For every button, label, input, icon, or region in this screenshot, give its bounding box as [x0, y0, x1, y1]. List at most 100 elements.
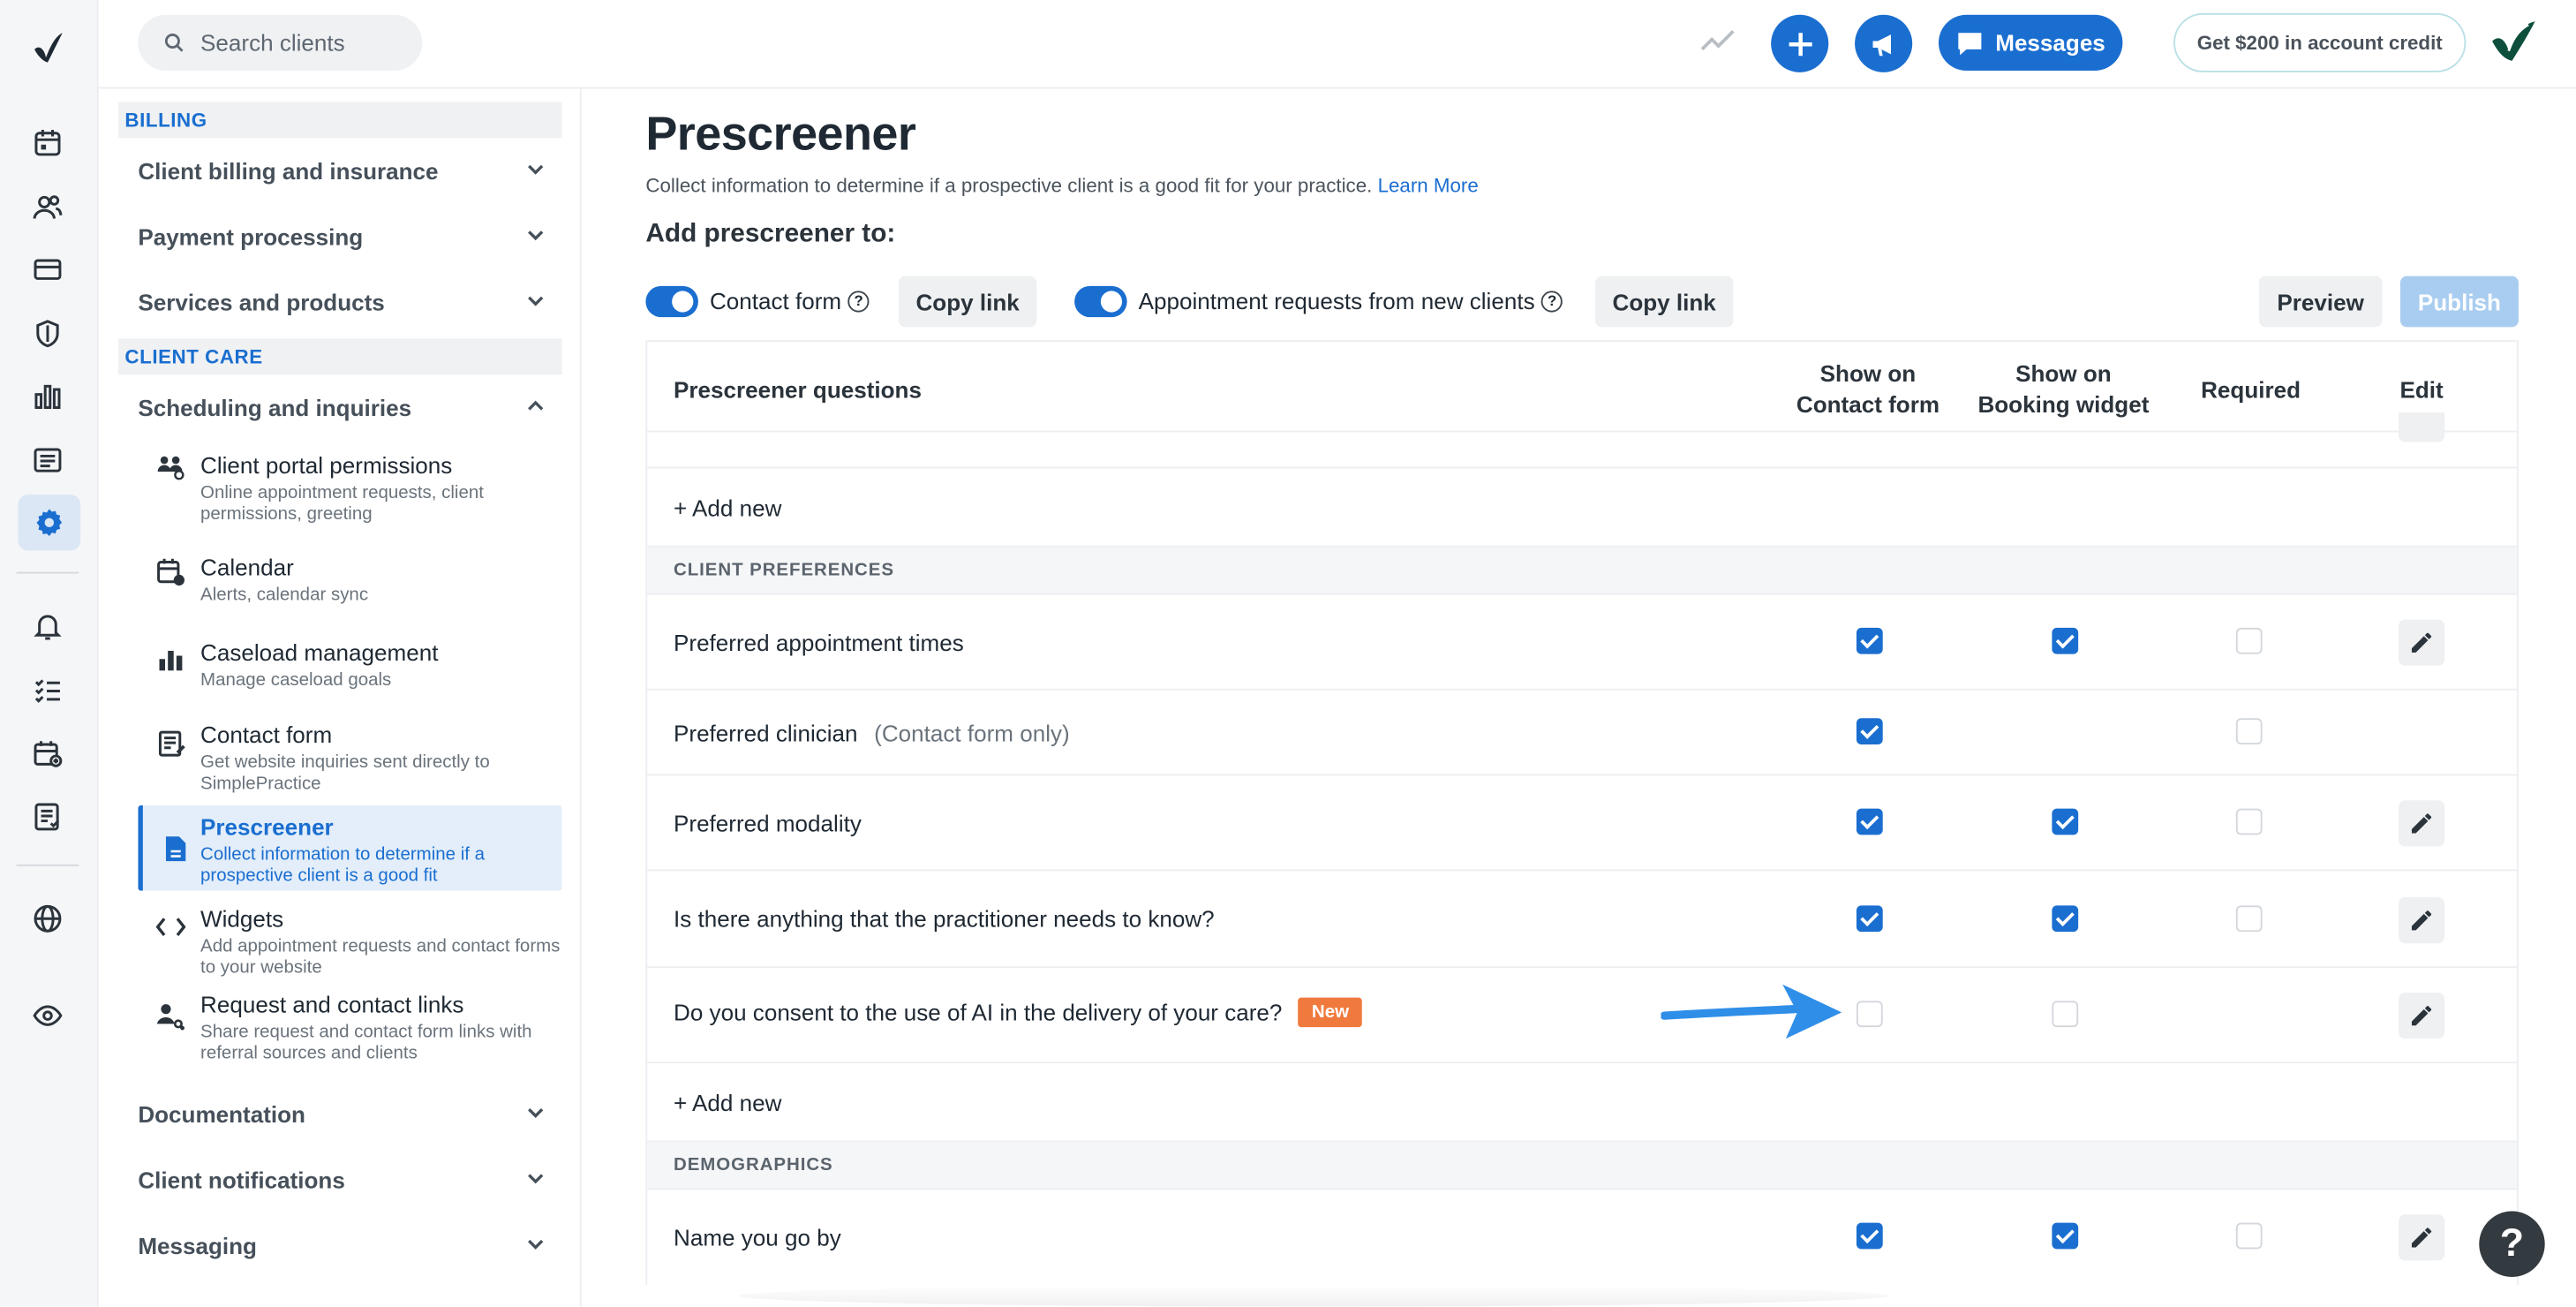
copy-link-button-2[interactable]: Copy link [1595, 276, 1734, 328]
messages-button[interactable]: Messages [1938, 14, 2123, 72]
table-row: Preferred appointment times [647, 595, 2518, 691]
preview-button[interactable]: Preview [2258, 276, 2383, 328]
edit-button[interactable] [2399, 897, 2445, 944]
nav-item-contact-form[interactable]: Contact form Get website inquiries sent … [118, 710, 561, 805]
table-row-partial [647, 412, 2518, 469]
edit-button[interactable] [2399, 800, 2445, 847]
help-circle-icon[interactable]: ? [847, 290, 870, 312]
show-booking-checkbox[interactable] [2052, 1222, 2079, 1250]
required-checkbox[interactable] [2235, 1222, 2263, 1250]
bar-chart-icon [154, 643, 187, 676]
contact-form-toggle[interactable] [645, 285, 698, 318]
required-checkbox[interactable] [2235, 718, 2263, 745]
help-button[interactable]: ? [2479, 1211, 2545, 1277]
add-button[interactable] [1771, 14, 1829, 72]
pencil-icon [2411, 632, 2432, 653]
edit-button[interactable] [2399, 619, 2445, 666]
show-contact-checkbox[interactable] [1856, 905, 1883, 933]
nav-item-client-portal[interactable]: Client portal permissions Online appoint… [118, 441, 561, 536]
messages-label: Messages [1995, 29, 2105, 57]
calendar-gear-icon [154, 555, 187, 588]
col-show-contact: Show on Contact form [1796, 359, 1940, 418]
show-contact-checkbox[interactable] [1856, 627, 1883, 654]
learn-more-link[interactable]: Learn More [1378, 174, 1479, 197]
chevron-down-icon [528, 296, 544, 306]
nav-item-calendar[interactable]: Calendar Alerts, calendar sync [118, 536, 561, 628]
search-clients-input[interactable]: Search clients [138, 14, 423, 72]
show-booking-checkbox[interactable] [2052, 627, 2079, 654]
tasks-icon[interactable] [28, 670, 68, 710]
help-circle-icon[interactable]: ? [1541, 290, 1563, 312]
nav-group-label: Services and products [138, 289, 385, 316]
nav-item-widgets[interactable]: Widgets Add appointment requests and con… [118, 891, 561, 983]
table-header: Prescreener questions Show on Contact for… [647, 340, 2518, 433]
nav-group-client-notifications[interactable]: Client notifications [118, 1147, 561, 1213]
calendar-add-icon[interactable] [28, 735, 68, 774]
nav-group-messaging[interactable]: Messaging [118, 1213, 561, 1278]
settings-gear-icon[interactable] [18, 495, 81, 551]
appointment-toggle-label: Appointment requests from new clients ? [1139, 288, 1563, 314]
avatar[interactable] [2489, 18, 2538, 72]
announcements-button[interactable] [1855, 14, 1913, 72]
category-client-preferences: CLIENT PREFERENCES [674, 560, 894, 580]
show-contact-checkbox[interactable] [1856, 1222, 1883, 1250]
nav-item-request-links[interactable]: Request and contact links Share request … [118, 983, 561, 1078]
nav-group-services-products[interactable]: Services and products [118, 269, 561, 335]
add-new-row: + Add new [647, 468, 2518, 548]
globe-icon[interactable] [28, 899, 68, 939]
show-booking-checkbox[interactable] [2052, 905, 2079, 933]
nav-item-desc: Alerts, calendar sync [200, 585, 369, 605]
appointment-requests-toggle[interactable] [1074, 285, 1127, 318]
nav-item-title: Contact form [200, 721, 333, 748]
simplepractice-logo[interactable] [29, 29, 65, 73]
add-new-link[interactable]: + Add new [674, 495, 781, 521]
clients-icon[interactable] [28, 187, 68, 227]
settings-nav: BILLING Client billing and insurance Pay… [117, 102, 562, 1278]
nav-group-label: Scheduling and inquiries [138, 394, 412, 421]
required-checkbox[interactable] [2235, 905, 2263, 933]
billing-card-icon[interactable] [28, 250, 68, 290]
show-booking-checkbox[interactable] [2052, 1001, 2079, 1028]
edit-button[interactable] [2399, 412, 2445, 442]
nav-item-prescreener[interactable]: Prescreener Collect information to deter… [138, 805, 562, 891]
required-checkbox[interactable] [2235, 808, 2263, 835]
required-checkbox[interactable] [2235, 627, 2263, 654]
insurance-shield-icon[interactable] [28, 314, 68, 353]
list-icon[interactable] [28, 441, 68, 480]
show-contact-checkbox[interactable] [1856, 718, 1883, 745]
account-credit-button[interactable]: Get $200 in account credit [2173, 12, 2467, 72]
nav-group-client-billing[interactable]: Client billing and insurance [118, 138, 561, 203]
document-icon [160, 832, 192, 865]
nav-group-documentation[interactable]: Documentation [118, 1082, 561, 1147]
question-text: Preferred modality [674, 810, 862, 837]
notifications-bell-icon[interactable] [28, 607, 68, 646]
nav-item-caseload[interactable]: Caseload management Manage caseload goal… [118, 628, 561, 710]
prescreener-table: Prescreener questions Show on Contact for… [645, 340, 2519, 1286]
nav-item-title: Prescreener [200, 813, 334, 840]
table-row: Name you go by [647, 1190, 2517, 1285]
page-title: Prescreener [645, 108, 916, 162]
people-settings-icon [154, 450, 187, 483]
show-contact-checkbox[interactable] [1856, 808, 1883, 835]
contact-form-icon [154, 727, 187, 759]
col-edit: Edit [2399, 376, 2444, 403]
nav-group-scheduling[interactable]: Scheduling and inquiries [118, 374, 561, 440]
contact-form-toggle-label: Contact form ? [710, 288, 870, 314]
edit-button[interactable] [2399, 1214, 2445, 1261]
nav-item-desc: Collect information to determine if a pr… [200, 844, 486, 887]
copy-link-button[interactable]: Copy link [898, 276, 1037, 328]
trend-icon[interactable] [1700, 26, 1736, 61]
publish-button[interactable]: Publish [2399, 276, 2519, 328]
show-booking-checkbox[interactable] [2052, 808, 2079, 835]
category-row: CLIENT PREFERENCES [647, 547, 2518, 595]
calendar-icon[interactable] [28, 124, 68, 163]
nav-group-payment-processing[interactable]: Payment processing [118, 204, 561, 269]
edit-button[interactable] [2399, 993, 2445, 1039]
documents-icon[interactable] [28, 797, 68, 837]
eye-icon[interactable] [28, 996, 68, 1036]
show-contact-checkbox[interactable] [1856, 1001, 1883, 1028]
analytics-icon[interactable] [28, 376, 68, 416]
add-new-link[interactable]: + Add new [674, 1090, 781, 1116]
question-label: Do you consent to the use of AI in the d… [674, 999, 1283, 1026]
nav-item-desc: Share request and contact form links wit… [200, 1022, 532, 1064]
